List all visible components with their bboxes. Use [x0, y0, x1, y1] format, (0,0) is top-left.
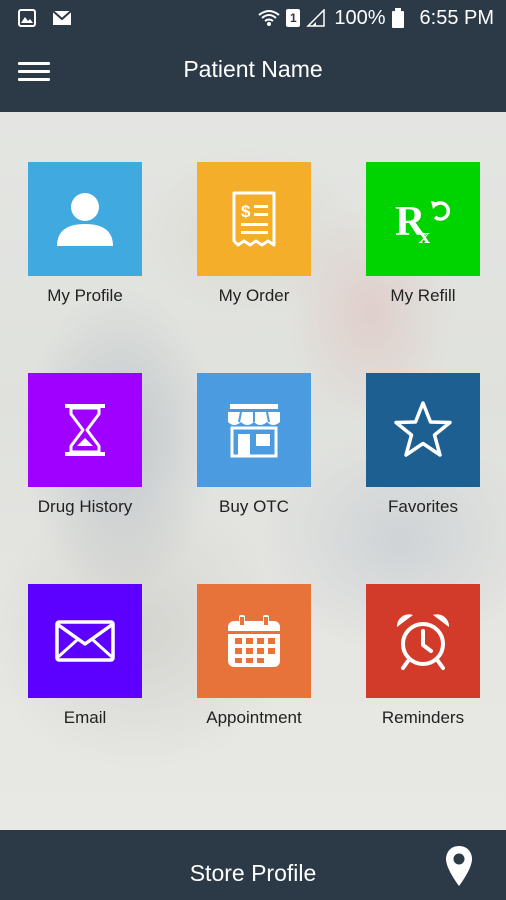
tile-appointment[interactable]: Appointment: [197, 584, 311, 728]
status-left: [18, 9, 72, 27]
tile-label: Drug History: [37, 497, 133, 516]
mail-icon: [52, 10, 72, 25]
person-icon: [57, 193, 113, 246]
tile-buy-otc-box[interactable]: [197, 373, 311, 487]
tile-label: Reminders: [381, 708, 465, 727]
tile-label: Appointment: [206, 708, 302, 727]
signal-icon: [306, 9, 326, 27]
storefront-icon: [228, 404, 280, 458]
tile-my-refill-box[interactable]: R x: [366, 162, 480, 276]
receipt-icon: $: [232, 191, 276, 247]
image-icon: [18, 9, 36, 27]
tile-label: My Profile: [47, 286, 123, 305]
tile-label: Buy OTC: [219, 497, 289, 516]
location-pin-icon[interactable]: [444, 844, 474, 888]
tile-drug-history-box[interactable]: [28, 373, 142, 487]
status-time: 6:55 PM: [419, 6, 494, 29]
status-bar: 1 100% 6:55 PM: [0, 0, 506, 36]
svg-text:x: x: [419, 223, 430, 247]
tile-buy-otc[interactable]: Buy OTC: [197, 373, 311, 517]
sim-icon: 1: [286, 9, 301, 27]
alarm-clock-icon: [396, 614, 450, 670]
tile-favorites[interactable]: Favorites: [366, 373, 480, 517]
calendar-icon: [228, 615, 280, 667]
tile-email-box[interactable]: [28, 584, 142, 698]
tile-drug-history[interactable]: Drug History: [28, 373, 142, 517]
wifi-icon: [258, 10, 280, 26]
tile-label: Favorites: [388, 497, 458, 516]
envelope-icon: [55, 620, 115, 662]
tile-my-order[interactable]: $ My Order: [197, 162, 311, 306]
dashboard-grid: My Profile $ My Order R x My Refill Drug…: [0, 112, 506, 830]
tile-my-profile-box[interactable]: [28, 162, 142, 276]
app-bar: Patient Name: [0, 36, 506, 112]
battery-percent: 100%: [334, 6, 386, 29]
tile-label: My Order: [218, 286, 290, 305]
tile-appointment-box[interactable]: [197, 584, 311, 698]
store-profile-button[interactable]: Store Profile: [0, 830, 506, 900]
hourglass-icon: [65, 404, 105, 456]
status-right: 1 100% 6:55 PM: [258, 7, 494, 30]
tile-label: Email: [63, 708, 107, 727]
tile-my-refill[interactable]: R x My Refill: [366, 162, 480, 306]
svg-text:$: $: [241, 202, 251, 221]
tile-reminders-box[interactable]: [366, 584, 480, 698]
star-icon: [394, 401, 452, 457]
store-profile-label: Store Profile: [189, 860, 317, 886]
tile-favorites-box[interactable]: [366, 373, 480, 487]
tile-my-order-box[interactable]: $: [197, 162, 311, 276]
rx-refill-icon: R x: [395, 199, 451, 247]
tile-my-profile[interactable]: My Profile: [28, 162, 142, 306]
tile-reminders[interactable]: Reminders: [366, 584, 480, 728]
page-title: Patient Name: [183, 56, 323, 82]
tile-email[interactable]: Email: [28, 584, 142, 728]
tile-label: My Refill: [390, 286, 456, 305]
battery-icon: [391, 8, 404, 28]
